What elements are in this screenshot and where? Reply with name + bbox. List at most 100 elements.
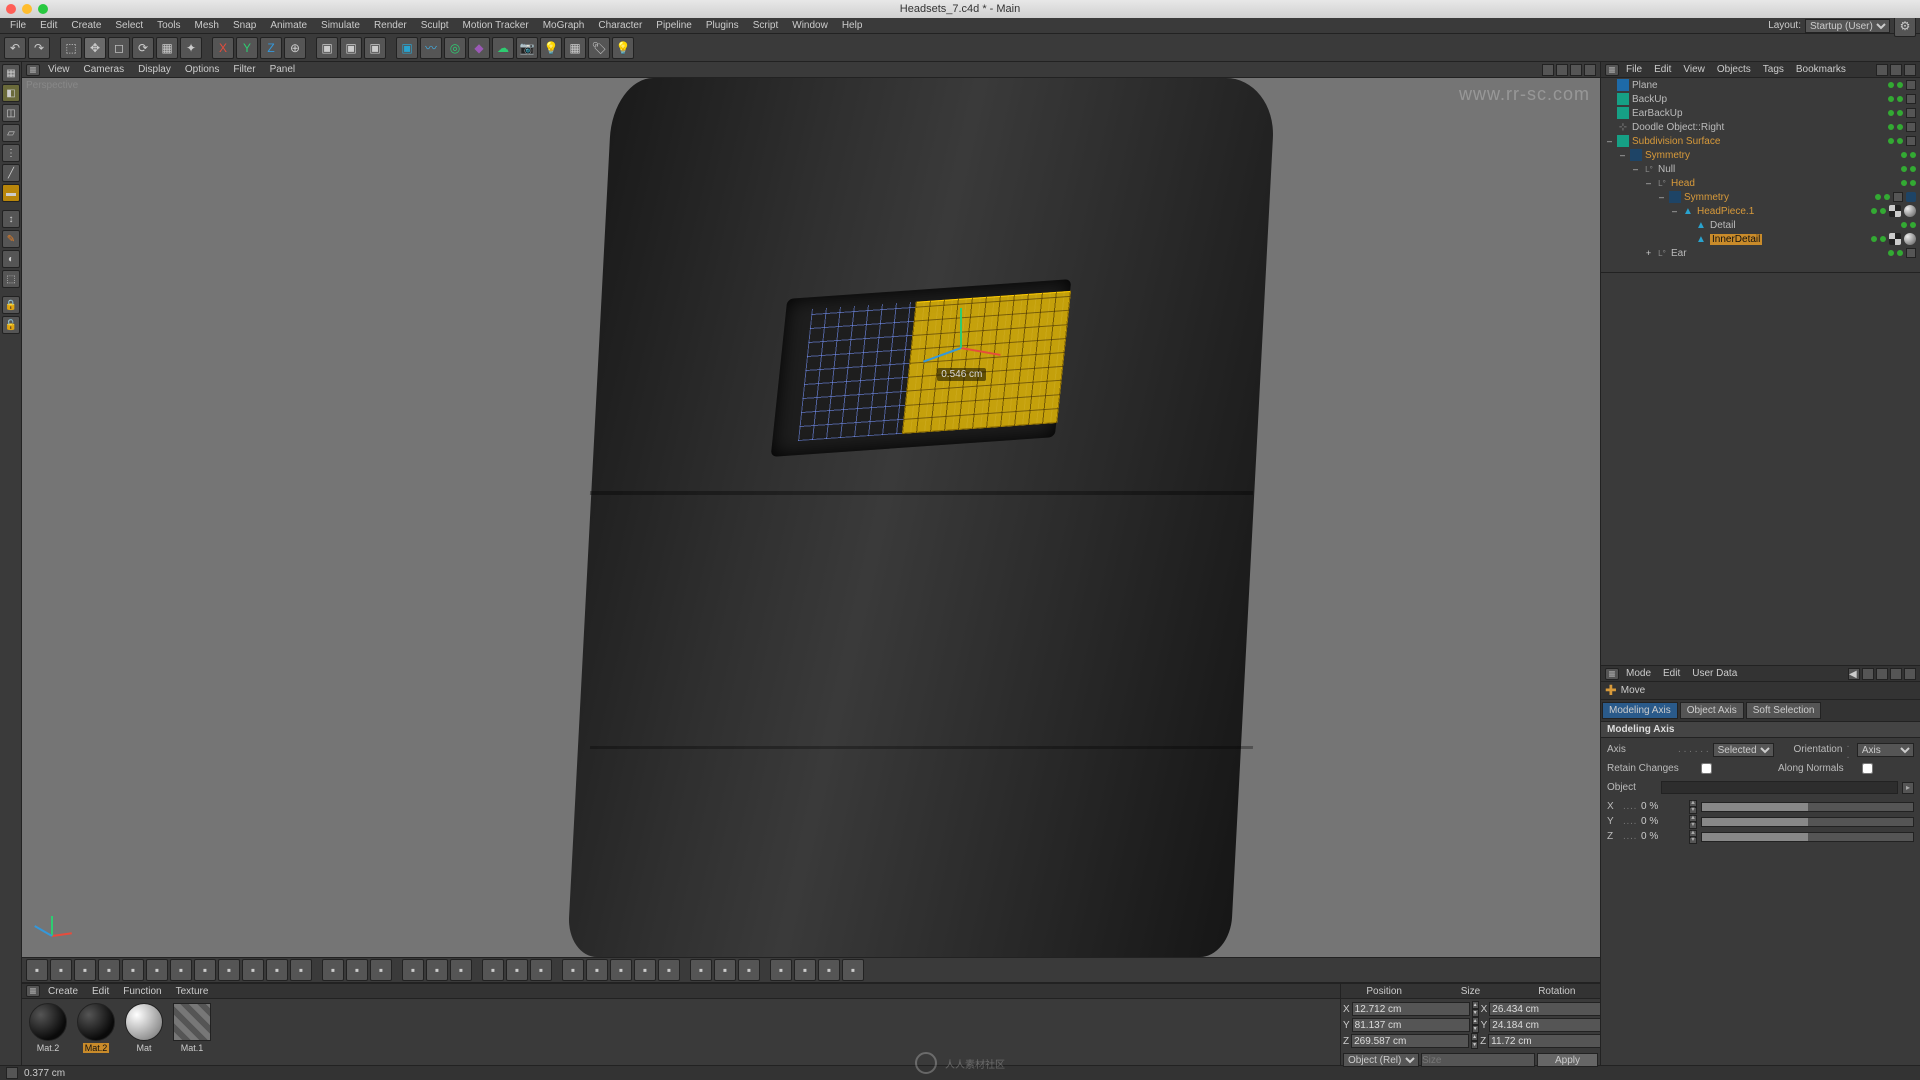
material-menu-icon[interactable]: ≡ — [26, 985, 40, 997]
tree-item-tags[interactable] — [1888, 136, 1916, 146]
objects-menu-edit[interactable]: Edit — [1649, 63, 1676, 76]
tag-g[interactable] — [1901, 180, 1907, 186]
tree-item-tags[interactable] — [1888, 108, 1916, 118]
tag-chk[interactable] — [1906, 248, 1916, 258]
texture-mode[interactable]: ◫ — [2, 104, 20, 122]
menu-render[interactable]: Render — [368, 19, 413, 32]
tree-item-tags[interactable] — [1871, 233, 1916, 245]
tree-item-tags[interactable] — [1871, 205, 1916, 217]
objects-menu-view[interactable]: View — [1678, 63, 1710, 76]
menu-snap[interactable]: Snap — [227, 19, 262, 32]
add-light[interactable]: 💡 — [540, 37, 562, 59]
brush-button[interactable]: ▪ — [146, 959, 168, 981]
make-editable[interactable]: ▦ — [2, 64, 20, 82]
edge-mode[interactable]: ╱ — [2, 164, 20, 182]
mirror-button[interactable]: ▪ — [322, 959, 344, 981]
menu-animate[interactable]: Animate — [264, 19, 313, 32]
recent-tool[interactable]: ▦ — [156, 37, 178, 59]
untriangulate-button[interactable]: ▪ — [450, 959, 472, 981]
menu-motion-tracker[interactable]: Motion Tracker — [457, 19, 535, 32]
tag-g[interactable] — [1901, 222, 1907, 228]
menu-help[interactable]: Help — [836, 19, 869, 32]
tweak-mode[interactable]: ✎ — [2, 230, 20, 248]
tag-tag[interactable] — [1889, 233, 1901, 245]
expand-toggle[interactable]: + — [1644, 248, 1653, 258]
view-zoom-icon[interactable] — [1556, 64, 1568, 76]
expand-toggle[interactable]: – — [1657, 192, 1666, 202]
retain-checkbox[interactable] — [1701, 763, 1712, 774]
material-list[interactable]: Mat.2Mat.2MatMat.1 — [22, 999, 1340, 1065]
tag-g[interactable] — [1880, 236, 1886, 242]
stepper[interactable]: ▲▼ — [1472, 1001, 1479, 1017]
filter-icon[interactable] — [1890, 64, 1902, 76]
tag-ball[interactable] — [1904, 233, 1916, 245]
attr-menu-mode[interactable]: Mode — [1621, 667, 1656, 680]
clone-button[interactable]: ▪ — [370, 959, 392, 981]
add-tag[interactable]: 🏷 — [588, 37, 610, 59]
align-button[interactable]: ▪ — [530, 959, 552, 981]
view-menu-icon[interactable]: ≡ — [26, 64, 40, 76]
slider-track[interactable] — [1701, 817, 1914, 827]
tree-item-tags[interactable] — [1901, 180, 1916, 186]
tree-item-symmetry[interactable]: –Symmetry — [1601, 148, 1920, 162]
expand-toggle[interactable]: – — [1631, 164, 1640, 174]
move-tool[interactable]: ✥ — [84, 37, 106, 59]
tag-g[interactable] — [1897, 110, 1903, 116]
tag-g[interactable] — [1897, 138, 1903, 144]
window-controls[interactable] — [6, 4, 48, 14]
tag-g[interactable] — [1910, 166, 1916, 172]
tag-chk[interactable] — [1893, 192, 1903, 202]
render-view[interactable]: ▣ — [316, 37, 338, 59]
tree-item-doodle-object-right[interactable]: ⊹Doodle Object::Right — [1601, 120, 1920, 134]
triangulate-button[interactable]: ▪ — [426, 959, 448, 981]
array-button[interactable]: ▪ — [346, 959, 368, 981]
material-mat-2[interactable]: Mat.2 — [26, 1003, 70, 1053]
rotate-tool[interactable]: ⟳ — [132, 37, 154, 59]
objects-menu-tags[interactable]: Tags — [1758, 63, 1789, 76]
menu-create[interactable]: Create — [65, 19, 107, 32]
select-tool[interactable]: ⬚ — [60, 37, 82, 59]
add-other[interactable]: 💡 — [612, 37, 634, 59]
add-scene[interactable]: ▦ — [564, 37, 586, 59]
axis-center-button[interactable]: ▪ — [482, 959, 504, 981]
xray-button[interactable]: ▪ — [738, 959, 760, 981]
menu-file[interactable]: File — [4, 19, 32, 32]
tree-item-earbackup[interactable]: EarBackUp — [1601, 106, 1920, 120]
expand-toggle[interactable]: – — [1644, 178, 1653, 188]
view-pan-icon[interactable] — [1542, 64, 1554, 76]
tree-item-ear[interactable]: +L°Ear — [1601, 246, 1920, 260]
isoline-button[interactable]: ▪ — [690, 959, 712, 981]
attr-menu-icon[interactable]: ≡ — [1605, 668, 1619, 680]
axis-x-toggle[interactable]: X — [212, 37, 234, 59]
snap-edge-button[interactable]: ▪ — [610, 959, 632, 981]
menu-pipeline[interactable]: Pipeline — [650, 19, 698, 32]
view-menu-panel[interactable]: Panel — [264, 63, 302, 76]
select-poly-button[interactable]: ▪ — [98, 959, 120, 981]
stepper[interactable]: ▲▼ — [1689, 815, 1697, 829]
objects-menu-bookmarks[interactable]: Bookmarks — [1791, 63, 1851, 76]
view-menu-display[interactable]: Display — [132, 63, 177, 76]
menu-window[interactable]: Window — [786, 19, 834, 32]
add-camera[interactable]: 📷 — [516, 37, 538, 59]
zoom-icon[interactable] — [38, 4, 48, 14]
attr-search-icon[interactable] — [1862, 668, 1874, 680]
search-icon[interactable] — [1876, 64, 1888, 76]
menu-tools[interactable]: Tools — [151, 19, 186, 32]
material-mat-2[interactable]: Mat.2 — [74, 1003, 118, 1053]
locked-sel[interactable]: 🔓 — [2, 316, 20, 334]
tag-g[interactable] — [1897, 96, 1903, 102]
coord-system[interactable]: ⊕ — [284, 37, 306, 59]
view-toggle-icon[interactable] — [1584, 64, 1596, 76]
tag-chk[interactable] — [1906, 80, 1916, 90]
tag-g[interactable] — [1888, 82, 1894, 88]
filter2-button[interactable]: ▪ — [794, 959, 816, 981]
select-rect-button[interactable]: ▪ — [50, 959, 72, 981]
backface-button[interactable]: ▪ — [714, 959, 736, 981]
menu-plugins[interactable]: Plugins — [700, 19, 745, 32]
viewport-nav-icons[interactable] — [1542, 64, 1596, 76]
tag-g[interactable] — [1884, 194, 1890, 200]
size-z[interactable] — [1488, 1034, 1606, 1048]
tree-item-headpiece-1[interactable]: –▲HeadPiece.1 — [1601, 204, 1920, 218]
add-spline[interactable]: 〰 — [420, 37, 442, 59]
object-picker-icon[interactable]: ▸ — [1902, 782, 1914, 794]
